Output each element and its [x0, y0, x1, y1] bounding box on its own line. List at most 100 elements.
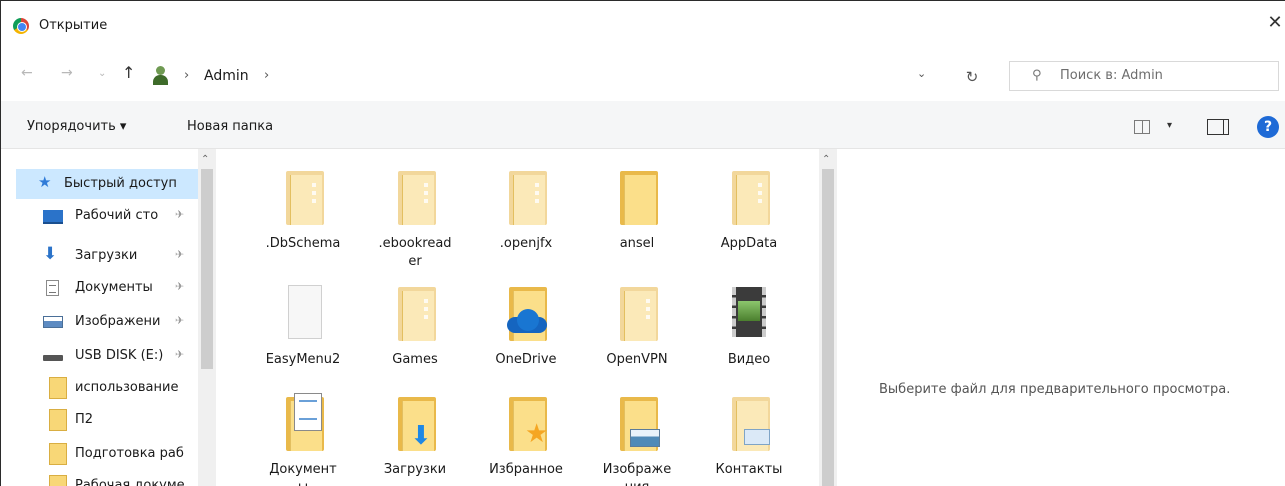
file-item-pictures[interactable]: Изображе ния [582, 383, 692, 486]
file-name: AppData [720, 236, 778, 251]
file-item-downloads[interactable]: ⬇ Загрузки [360, 383, 470, 486]
file-name: .ebookread er [378, 236, 452, 269]
file-item-videos[interactable]: Видео [694, 273, 804, 383]
file-name: Контакты [715, 462, 783, 477]
scroll-up-arrow-icon[interactable]: ⌃ [822, 154, 830, 165]
folder-icon [49, 475, 67, 486]
view-options-dropdown[interactable]: ▾ [1167, 120, 1172, 131]
command-toolbar: Упорядочить ▾ Новая папка ▾ ? [1, 101, 1285, 149]
sidebar-item-label: Рабочий сто [75, 208, 159, 223]
file-list: .DbSchema .ebookread er .openjfx ansel A… [216, 149, 819, 486]
file-item-easymenu2[interactable]: EasyMenu2 [248, 273, 358, 383]
sidebar-item-label: П2 [75, 412, 94, 427]
sidebar-item-pictures[interactable]: Изображени ✈ [13, 307, 198, 337]
sidebar-item-label: Рабочая докуме [75, 478, 185, 486]
back-button[interactable]: ← [21, 65, 33, 81]
folder-icon [398, 171, 436, 225]
file-open-dialog: Открытие ✕ ← → ⌄ ↑ › Admin › ⌄ ↻ ⚲ Поиск… [0, 0, 1285, 486]
file-name: OpenVPN [606, 352, 668, 367]
address-history-dropdown[interactable]: ⌄ [917, 67, 926, 80]
sidebar-item-label: USB DISK (E:) [75, 348, 164, 363]
file-name: Документ ы [269, 462, 337, 486]
sidebar-item-folder[interactable]: использование [13, 373, 198, 403]
sidebar-item-label: Быстрый доступ [64, 176, 177, 191]
sidebar-item-folder[interactable]: П2 [13, 405, 198, 435]
file-item-favorites[interactable]: ★ Избранное [471, 383, 581, 486]
help-icon[interactable]: ? [1257, 116, 1279, 138]
file-list-scroll-thumb[interactable] [822, 169, 834, 486]
pictures-icon [43, 316, 63, 328]
file-item-contacts[interactable]: Контакты [694, 383, 804, 486]
user-folder-icon [152, 66, 168, 86]
search-input[interactable]: ⚲ Поиск в: Admin [1009, 61, 1279, 91]
navigation-bar: ← → ⌄ ↑ › Admin › ⌄ ↻ ⚲ Поиск в: Admin [1, 51, 1285, 101]
up-button[interactable]: ↑ [122, 63, 135, 82]
videos-film-icon [732, 287, 766, 337]
quick-access-star-icon: ★ [38, 173, 52, 191]
favorites-star-icon: ★ [525, 419, 549, 449]
download-arrow-icon: ⬇ [410, 421, 432, 451]
file-item-appdata[interactable]: AppData [694, 157, 804, 267]
pin-icon: ✈ [175, 314, 185, 327]
file-item-ebookreader[interactable]: .ebookread er [360, 157, 470, 269]
sidebar-item-folder[interactable]: Подготовка раб [13, 439, 198, 469]
pin-icon: ✈ [175, 248, 185, 261]
sidebar-item-folder[interactable]: Рабочая докуме [13, 471, 198, 486]
folder-icon [49, 377, 67, 399]
file-item-games[interactable]: Games [360, 273, 470, 383]
pin-icon: ✈ [175, 208, 185, 221]
breadcrumb-separator[interactable]: › [184, 68, 189, 83]
document-page-icon [294, 393, 322, 431]
close-button[interactable]: ✕ [1264, 11, 1285, 35]
folder-icon [509, 171, 547, 225]
folder-icon [49, 443, 67, 465]
file-name: .openjfx [499, 236, 553, 251]
refresh-button[interactable]: ↻ [958, 63, 986, 91]
file-name: Загрузки [383, 462, 447, 477]
onedrive-cloud-icon [503, 309, 551, 333]
file-name: Изображе ния [602, 462, 672, 486]
file-item-documents[interactable]: Документ ы [248, 383, 358, 486]
preview-pane: Выберите файл для предварительного просм… [837, 149, 1285, 486]
sidebar-scroll-thumb[interactable] [201, 169, 213, 369]
sidebar-item-documents[interactable]: Документы ✈ [13, 273, 198, 303]
breadcrumb-separator[interactable]: › [264, 68, 269, 83]
sidebar-item-label: Подготовка раб [75, 446, 184, 461]
search-icon: ⚲ [1032, 68, 1042, 83]
new-folder-button[interactable]: Новая папка [187, 119, 273, 134]
preview-pane-toggle-icon[interactable] [1207, 119, 1229, 135]
sidebar-item-downloads[interactable]: ⬇ Загрузки ✈ [13, 241, 198, 271]
pin-icon: ✈ [175, 280, 185, 293]
sidebar-item-label: Загрузки [75, 248, 138, 263]
file-item-dbschema[interactable]: .DbSchema [248, 157, 358, 267]
file-name: EasyMenu2 [265, 352, 341, 367]
window-title: Открытие [39, 18, 108, 33]
sidebar-item-label: Изображени [75, 314, 161, 329]
file-item-onedrive[interactable]: OneDrive [471, 273, 581, 383]
landscape-picture-icon [630, 429, 660, 447]
view-options-icon[interactable] [1134, 120, 1150, 134]
forward-button[interactable]: → [61, 65, 73, 81]
sidebar-item-desktop[interactable]: Рабочий сто ✈ [13, 201, 198, 231]
file-name: Избранное [489, 462, 563, 477]
recent-locations-dropdown[interactable]: ⌄ [98, 68, 106, 79]
file-name: Видео [727, 352, 771, 367]
chrome-icon [13, 18, 29, 34]
file-item-openvpn[interactable]: OpenVPN [582, 273, 692, 383]
address-bar[interactable]: › Admin › [141, 61, 949, 91]
usb-drive-icon [43, 355, 63, 361]
folder-icon [286, 171, 324, 225]
scroll-up-arrow-icon[interactable]: ⌃ [201, 154, 209, 165]
file-item-ansel[interactable]: ansel [582, 157, 692, 267]
sidebar-item-label: Документы [75, 280, 153, 295]
sidebar-item-quick-access[interactable]: ★ Быстрый доступ [16, 169, 198, 199]
file-icon [288, 285, 322, 339]
search-placeholder: Поиск в: Admin [1060, 68, 1163, 83]
sidebar-item-usb-disk[interactable]: USB DISK (E:) ✈ [13, 341, 198, 371]
breadcrumb-admin[interactable]: Admin [204, 68, 249, 84]
file-name: ansel [619, 236, 655, 251]
file-item-openjfx[interactable]: .openjfx [471, 157, 581, 267]
organize-button[interactable]: Упорядочить ▾ [27, 119, 126, 134]
folder-icon [620, 287, 658, 341]
preview-placeholder-text: Выберите файл для предварительного просм… [879, 382, 1231, 397]
